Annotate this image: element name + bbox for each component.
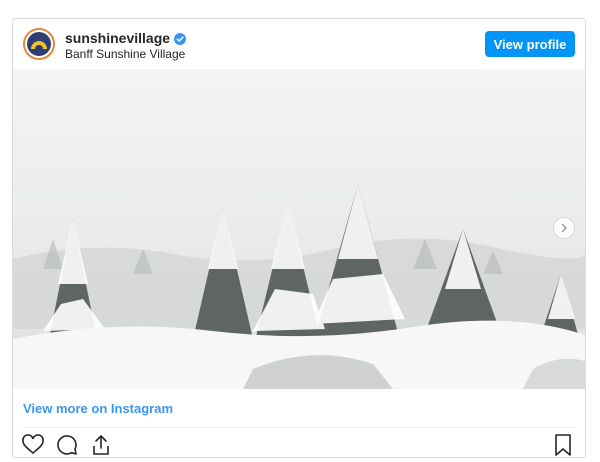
verified-badge-icon <box>174 32 187 45</box>
snowy-forest-image <box>13 69 585 389</box>
post-photo[interactable] <box>13 69 585 389</box>
action-bar <box>21 433 113 457</box>
view-profile-button[interactable]: View profile <box>485 31 575 57</box>
location-label[interactable]: Banff Sunshine Village <box>65 47 185 61</box>
chevron-right-icon <box>561 223 568 233</box>
post-header: sunshinevillage Banff Sunshine Village V… <box>13 19 585 69</box>
username[interactable]: sunshinevillage <box>65 30 170 46</box>
heart-icon[interactable] <box>21 433 45 457</box>
comment-icon[interactable] <box>55 433 79 457</box>
bookmark-icon[interactable] <box>553 433 573 457</box>
instagram-embed-card: sunshinevillage Banff Sunshine Village V… <box>12 18 586 458</box>
next-photo-button[interactable] <box>553 217 575 239</box>
divider <box>23 427 575 428</box>
view-more-link[interactable]: View more on Instagram <box>23 401 173 416</box>
username-row: sunshinevillage <box>65 30 187 46</box>
avatar[interactable] <box>23 28 55 60</box>
share-icon[interactable] <box>89 433 113 457</box>
sunshine-logo-icon <box>27 32 51 56</box>
